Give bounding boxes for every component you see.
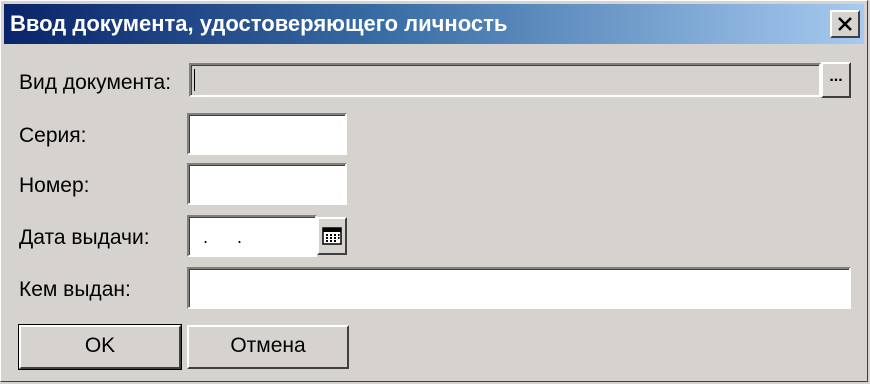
issue-date-label: Дата выдачи: xyxy=(19,226,150,249)
close-button[interactable] xyxy=(830,10,860,38)
issued-by-label: Кем выдан: xyxy=(19,278,131,301)
series-label: Серия: xyxy=(19,124,87,147)
close-icon xyxy=(838,17,852,31)
issue-date-input[interactable]: . . xyxy=(187,215,317,257)
number-label: Номер: xyxy=(19,174,90,197)
series-input[interactable] xyxy=(187,113,347,155)
doc-type-label: Вид документа: xyxy=(19,71,172,94)
issued-by-input[interactable] xyxy=(187,267,851,309)
doc-type-field[interactable] xyxy=(189,63,821,97)
calendar-button[interactable] xyxy=(317,217,347,255)
cancel-button[interactable]: Отмена xyxy=(187,325,349,369)
issue-date-value: . . xyxy=(203,227,255,247)
title-bar[interactable]: Ввод документа, удостоверяющего личность xyxy=(4,4,864,44)
ok-button[interactable]: OK xyxy=(18,324,182,370)
calendar-icon xyxy=(322,227,342,245)
identity-document-dialog: Ввод документа, удостоверяющего личность… xyxy=(0,0,868,382)
text-cursor xyxy=(194,69,195,91)
doc-type-browse-button[interactable]: ... xyxy=(821,62,851,98)
dialog-title: Ввод документа, удостоверяющего личность xyxy=(10,11,508,36)
number-input[interactable] xyxy=(187,163,347,205)
